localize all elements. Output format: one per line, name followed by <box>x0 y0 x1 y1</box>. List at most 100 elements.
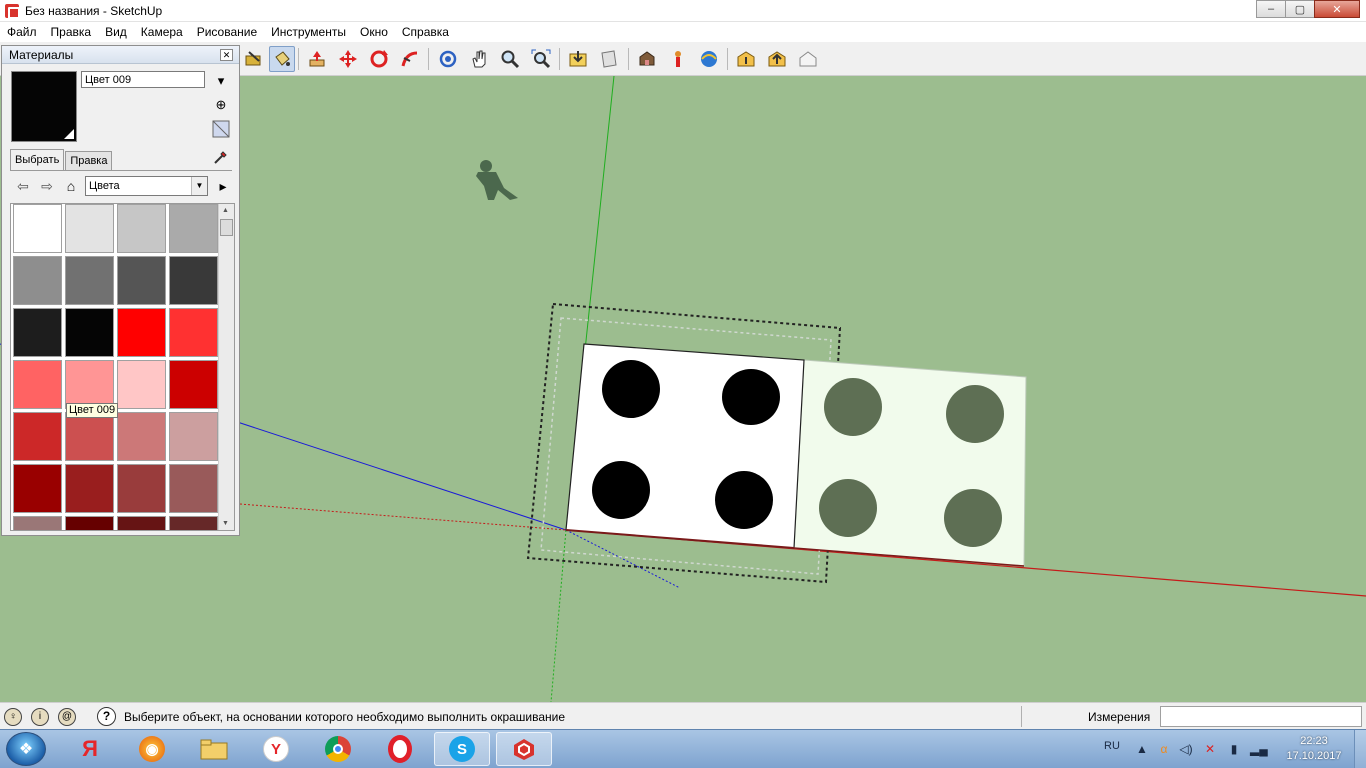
minimize-button[interactable]: – <box>1256 0 1286 18</box>
collection-dropdown[interactable]: Цвета ▼ <box>85 176 208 196</box>
color-swatch[interactable] <box>13 464 62 513</box>
file-explorer-icon[interactable] <box>186 732 242 766</box>
menu-file[interactable]: Файл <box>0 25 44 39</box>
menu-edit[interactable]: Правка <box>44 25 99 39</box>
component-icon[interactable] <box>634 46 660 72</box>
yandex-app-icon[interactable]: Я <box>62 732 118 766</box>
home-icon[interactable]: ⌂ <box>61 177 81 195</box>
menu-tools[interactable]: Инструменты <box>264 25 353 39</box>
color-swatch[interactable] <box>13 516 62 530</box>
upload-icon[interactable] <box>764 46 790 72</box>
zoom-icon[interactable] <box>497 46 523 72</box>
current-material-swatch[interactable] <box>11 71 77 142</box>
google-earth-icon[interactable] <box>696 46 722 72</box>
color-swatch[interactable] <box>169 412 218 461</box>
language-indicator[interactable]: RU <box>1104 740 1120 752</box>
signal-icon[interactable]: ▂▄ <box>1250 741 1268 757</box>
menu-window[interactable]: Окно <box>353 25 395 39</box>
color-swatch[interactable] <box>65 516 114 530</box>
yandex-browser-icon[interactable]: Y <box>248 732 304 766</box>
clock-time: 22:23 <box>1300 735 1328 747</box>
push-pull-icon[interactable] <box>304 46 330 72</box>
menu-camera[interactable]: Камера <box>134 25 190 39</box>
tab-edit[interactable]: Правка <box>65 151 113 171</box>
color-swatch[interactable] <box>117 256 166 305</box>
materials-close-button[interactable]: ✕ <box>220 49 233 61</box>
help-icon[interactable]: ? <box>97 707 116 726</box>
color-swatch[interactable] <box>117 308 166 357</box>
close-button[interactable]: ✕ <box>1314 0 1360 18</box>
firefox-icon[interactable]: ◉ <box>124 732 180 766</box>
house-icon[interactable] <box>795 46 821 72</box>
color-swatch[interactable] <box>13 412 62 461</box>
display-secondary-pane-icon[interactable]: ▾ <box>211 71 231 91</box>
measurements-input[interactable] <box>1160 706 1362 727</box>
chrome-icon[interactable] <box>310 732 366 766</box>
color-swatch[interactable] <box>169 204 218 253</box>
color-swatch[interactable] <box>117 412 166 461</box>
color-swatch[interactable] <box>169 516 218 530</box>
color-swatch[interactable] <box>65 360 114 409</box>
create-material-icon[interactable]: ⊕ <box>211 95 231 115</box>
geo-location-icon[interactable] <box>665 46 691 72</box>
move-icon[interactable] <box>335 46 361 72</box>
color-swatch[interactable] <box>169 256 218 305</box>
color-swatch[interactable] <box>117 516 166 530</box>
color-swatch[interactable] <box>169 360 218 409</box>
forward-arrow-icon[interactable]: ⇨ <box>37 177 57 195</box>
color-swatch[interactable] <box>169 308 218 357</box>
skype-icon[interactable]: S <box>434 732 490 766</box>
color-swatch[interactable] <box>13 308 62 357</box>
user-status-icon[interactable]: @ <box>58 708 76 726</box>
pan-icon[interactable] <box>466 46 492 72</box>
color-swatch[interactable] <box>65 256 114 305</box>
get-models-icon[interactable] <box>565 46 591 72</box>
tape-measure-icon[interactable] <box>240 46 266 72</box>
chevron-down-icon[interactable]: ▼ <box>191 177 207 195</box>
volume-icon[interactable]: ◁) <box>1178 741 1194 757</box>
color-swatch[interactable] <box>13 360 62 409</box>
color-swatch[interactable] <box>13 204 62 253</box>
zoom-extents-icon[interactable] <box>528 46 554 72</box>
color-swatch[interactable] <box>117 204 166 253</box>
swatch-scrollbar[interactable]: ▲ ▼ <box>218 204 234 530</box>
show-hidden-icons[interactable]: ▲ <box>1134 741 1150 757</box>
start-button[interactable]: ❖ <box>6 732 46 766</box>
geo-location-status-icon[interactable]: ♀ <box>4 708 22 726</box>
menu-draw[interactable]: Рисование <box>190 25 264 39</box>
scroll-thumb[interactable] <box>220 219 233 236</box>
opera-icon[interactable] <box>372 732 428 766</box>
color-swatch[interactable] <box>117 360 166 409</box>
extension-warehouse-icon[interactable] <box>733 46 759 72</box>
color-swatch[interactable] <box>65 204 114 253</box>
avast-icon[interactable]: α <box>1156 741 1172 757</box>
details-icon[interactable]: ▸ <box>213 177 233 195</box>
color-swatch[interactable] <box>13 256 62 305</box>
menu-help[interactable]: Справка <box>395 25 456 39</box>
share-model-icon[interactable] <box>596 46 622 72</box>
show-desktop-button[interactable] <box>1354 730 1366 768</box>
color-swatch[interactable] <box>65 464 114 513</box>
sketchup-icon[interactable] <box>496 732 552 766</box>
tab-select[interactable]: Выбрать <box>10 149 65 170</box>
orbit-icon[interactable] <box>435 46 461 72</box>
scroll-up-icon[interactable]: ▲ <box>222 207 229 214</box>
rotate-icon[interactable] <box>366 46 392 72</box>
maximize-button[interactable]: ▢ <box>1285 0 1315 18</box>
sample-paint-icon[interactable] <box>210 146 232 168</box>
credits-status-icon[interactable]: i <box>31 708 49 726</box>
color-swatch[interactable] <box>65 308 114 357</box>
back-arrow-icon[interactable]: ⇦ <box>13 177 33 195</box>
network-icon[interactable]: ✕ <box>1202 741 1218 757</box>
battery-icon[interactable]: ▮ <box>1226 741 1242 757</box>
color-swatch[interactable] <box>65 412 114 461</box>
default-material-icon[interactable] <box>211 119 231 139</box>
color-swatch[interactable] <box>169 464 218 513</box>
scroll-down-icon[interactable]: ▼ <box>222 520 229 527</box>
paint-bucket-icon[interactable] <box>269 46 295 72</box>
material-name-input[interactable] <box>81 71 205 88</box>
follow-me-icon[interactable] <box>397 46 423 72</box>
color-swatch[interactable] <box>117 464 166 513</box>
clock[interactable]: 22:23 17.10.2017 <box>1284 734 1344 764</box>
menu-view[interactable]: Вид <box>98 25 134 39</box>
